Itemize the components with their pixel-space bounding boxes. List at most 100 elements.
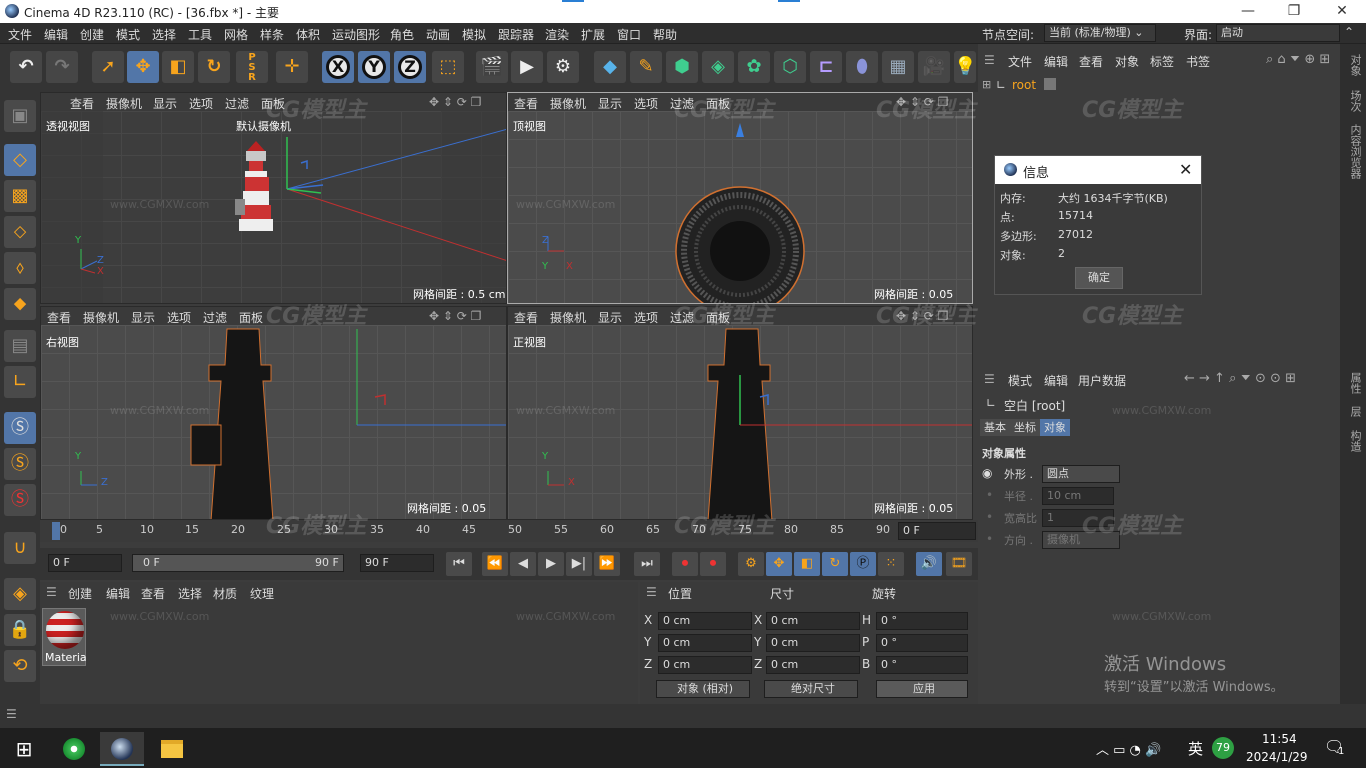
sound-icon[interactable]: 🔊 (916, 552, 942, 576)
menu-file[interactable]: 文件 (8, 26, 32, 43)
viewport-top[interactable]: 查看 摄像机 显示 选项 过滤 面板 ✥ ⇕ ⟳ ❐ 顶视图 Z X Y 网格间… (507, 92, 973, 304)
tray-icons[interactable]: ︿ ▭ ◔ 🔊 (1096, 739, 1161, 758)
menu-tools[interactable]: 工具 (188, 26, 212, 43)
mat-menu-select[interactable]: 选择 (178, 585, 202, 602)
security-badge[interactable]: 79 (1212, 737, 1234, 759)
psr-icon[interactable]: PSR (236, 51, 268, 83)
extrude-icon[interactable]: ◈ (702, 51, 734, 83)
vp-menu-view[interactable]: 查看 (514, 309, 538, 326)
key-rotation-icon[interactable]: ↻ (822, 552, 848, 576)
vp-menu-filter[interactable]: 过滤 (670, 95, 694, 112)
menu-character[interactable]: 角色 (390, 26, 414, 43)
clock-time[interactable]: 11:54 (1262, 732, 1297, 746)
viewport-perspective[interactable]: 查看 摄像机 显示 选项 过滤 面板 ✥ ⇕ ⟳ ❐ 透视视图 默认摄像机 Y … (40, 92, 507, 304)
axis-mode-icon[interactable]: ∟ (4, 366, 36, 398)
next-frame-icon[interactable]: ▶| (566, 552, 592, 576)
viewport-nav-icons[interactable]: ✥ ⇕ ⟳ ❐ (429, 95, 481, 109)
attr-menu-mode[interactable]: 模式 (1008, 372, 1032, 389)
select-cursor-icon[interactable]: ➚ (92, 51, 124, 83)
subdivision-icon[interactable]: ⬢ (666, 51, 698, 83)
vp-menu-panel[interactable]: 面板 (239, 309, 263, 326)
next-key-icon[interactable]: ⏩ (594, 552, 620, 576)
attr-menu-userdata[interactable]: 用户数据 (1078, 372, 1126, 389)
magnet-icon[interactable]: ∪ (4, 532, 36, 564)
light-icon[interactable]: 💡 (954, 51, 976, 83)
vp-menu-filter[interactable]: 过滤 (225, 95, 249, 112)
clock-date[interactable]: 2024/1/29 (1246, 750, 1308, 764)
panel-menu-icon[interactable]: ☰ (6, 707, 17, 721)
menu-render[interactable]: 渲染 (545, 26, 569, 43)
vp-menu-view[interactable]: 查看 (514, 95, 538, 112)
root-object[interactable]: root (1012, 78, 1036, 92)
vp-menu-camera[interactable]: 摄像机 (550, 95, 586, 112)
deformer-icon[interactable]: ⊏ (810, 51, 842, 83)
cinema4d-app-icon[interactable] (100, 732, 144, 766)
menu-simulate[interactable]: 模拟 (462, 26, 486, 43)
play-icon[interactable]: ▶ (538, 552, 564, 576)
record-icon[interactable]: ⏺ (672, 552, 698, 576)
key-param-icon[interactable]: Ⓟ (850, 552, 876, 576)
nodespace-select[interactable]: 当前 (标准/物理) ⌄ (1044, 24, 1156, 42)
key-scale-icon[interactable]: ◧ (794, 552, 820, 576)
tab-object[interactable]: 对象 (1040, 419, 1070, 436)
aspect-field[interactable]: 1 (1042, 509, 1114, 527)
rotate-tool-icon[interactable]: ↻ (198, 51, 230, 83)
position-x-field[interactable]: 0 cm (658, 612, 752, 630)
obj-menu-tags[interactable]: 标签 (1150, 53, 1174, 70)
display-select[interactable]: 圆点 (1042, 465, 1120, 483)
viewport-right[interactable]: 查看 摄像机 显示 选项 过滤 面板 ✥ ⇕ ⟳ ❐ 右视图 Y Z 网格间距 … (40, 306, 507, 520)
tab-content-browser[interactable]: 内容浏览器 (1347, 124, 1363, 179)
rotation-b-field[interactable]: 0 ° (876, 656, 968, 674)
position-y-field[interactable]: 0 cm (658, 634, 752, 652)
timeline-playhead[interactable] (52, 522, 60, 540)
x-axis-lock-icon[interactable]: X (322, 51, 354, 83)
mat-menu-view[interactable]: 查看 (141, 585, 165, 602)
workplane-align-icon[interactable]: ⟲ (4, 650, 36, 682)
windows-start-icon[interactable]: ⊞ (2, 732, 46, 766)
expand-icon[interactable]: ⊞ (982, 78, 991, 91)
points-mode-icon[interactable]: ⬦ (4, 216, 36, 248)
current-frame-field[interactable]: 0 F (898, 522, 976, 540)
menu-extensions[interactable]: 扩展 (581, 26, 605, 43)
snap-icon[interactable]: Ⓢ (4, 412, 36, 444)
size-x-field[interactable]: 0 cm (766, 612, 860, 630)
film-icon[interactable]: 🎞 (946, 552, 972, 576)
start-frame-field[interactable]: 0 F (48, 554, 122, 572)
vp-menu-camera[interactable]: 摄像机 (83, 309, 119, 326)
key-position-icon[interactable]: ✥ (766, 552, 792, 576)
coordinate-system-icon[interactable]: ⬚ (432, 51, 464, 83)
move-tool-icon[interactable]: ✥ (127, 51, 159, 83)
snap-settings-icon[interactable]: Ⓢ (4, 448, 36, 480)
obj-toolbar-icons[interactable]: ⌕ ⌂ ⏷ ⊕ ⊞ (1266, 52, 1330, 67)
rotation-h-field[interactable]: 0 ° (876, 612, 968, 630)
vp-menu-view[interactable]: 查看 (47, 309, 71, 326)
menu-create[interactable]: 创建 (80, 26, 104, 43)
make-editable-icon[interactable]: ▣ (4, 100, 36, 132)
menu-edit[interactable]: 编辑 (44, 26, 68, 43)
prev-frame-icon[interactable]: ◀ (510, 552, 536, 576)
size-mode-select[interactable]: 绝对尺寸 (764, 680, 858, 698)
menu-mesh[interactable]: 网格 (224, 26, 248, 43)
menu-mograph[interactable]: 运动图形 (332, 26, 380, 43)
vp-menu-camera[interactable]: 摄像机 (106, 95, 142, 112)
undo-icon[interactable]: ↶ (10, 51, 42, 83)
tab-layers[interactable]: 层 (1347, 406, 1363, 417)
tab-basic[interactable]: 基本 (980, 419, 1010, 436)
size-z-field[interactable]: 0 cm (766, 656, 860, 674)
vp-menu-options[interactable]: 选项 (189, 95, 213, 112)
attr-toolbar-icons[interactable]: ← → ↑ ⌕ ⏷ ⊙ ⊙ ⊞ (1184, 371, 1296, 386)
cube-object-icon[interactable]: ◆ (594, 51, 626, 83)
vp-menu-display[interactable]: 显示 (153, 95, 177, 112)
tab-structure[interactable]: 构造 (1347, 430, 1363, 452)
more-icon[interactable]: ⌃ (1344, 25, 1354, 39)
menu-mode[interactable]: 模式 (116, 26, 140, 43)
vp-menu-options[interactable]: 选项 (167, 309, 191, 326)
field-icon[interactable]: ⬮ (846, 51, 878, 83)
tab-takes[interactable]: 场次 (1347, 90, 1363, 112)
obj-menu-bookmarks[interactable]: 书签 (1186, 53, 1210, 70)
vp-menu-view[interactable]: 查看 (70, 95, 94, 112)
z-axis-lock-icon[interactable]: Z (394, 51, 426, 83)
prev-key-icon[interactable]: ⏪ (482, 552, 508, 576)
mat-menu-material[interactable]: 材质 (213, 585, 237, 602)
autokey-icon[interactable]: ⏺ (700, 552, 726, 576)
